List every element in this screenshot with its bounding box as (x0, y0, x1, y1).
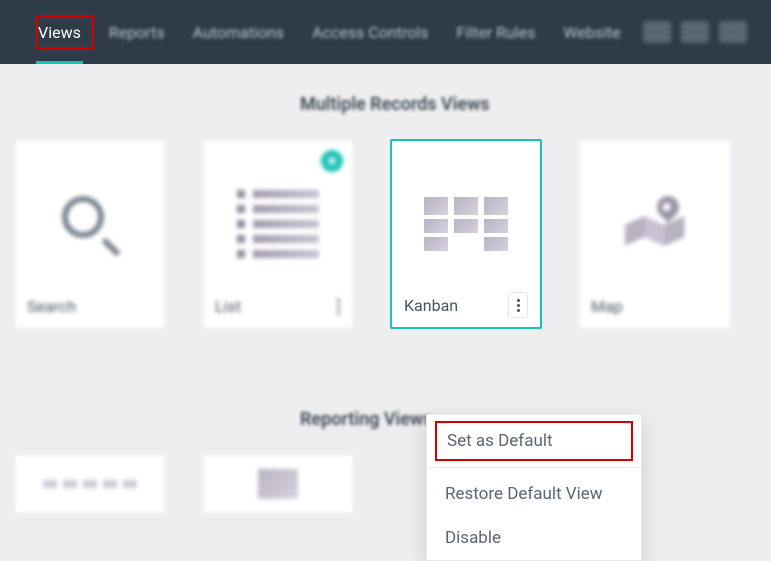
view-card-search[interactable]: Search (14, 139, 166, 329)
view-card-list[interactable]: List (202, 139, 354, 329)
kanban-context-menu: Set as Default Restore Default View Disa… (426, 414, 642, 561)
view-card-kanban-label: Kanban (404, 296, 458, 315)
view-card-label: Kanban (404, 293, 528, 317)
view-card-search-label: Search (27, 297, 76, 316)
reporting-card-2[interactable] (202, 454, 354, 514)
content-area: Multiple Records Views Search (0, 64, 771, 514)
search-icon (27, 154, 153, 294)
view-card-list-label: List (215, 297, 241, 316)
view-card-map-label: Map (591, 297, 623, 316)
tab-automations[interactable]: Automations (179, 0, 298, 64)
topbar-right-icons (643, 21, 747, 43)
views-card-row: Search List (0, 139, 771, 329)
map-icon (591, 154, 718, 294)
tab-views[interactable]: Views (24, 0, 95, 64)
reporting-card-1[interactable] (14, 454, 166, 514)
tab-reports[interactable]: Reports (95, 0, 179, 64)
menu-separator (427, 467, 641, 468)
menu-set-default[interactable]: Set as Default (435, 421, 633, 461)
menu-restore-default[interactable]: Restore Default View (427, 472, 641, 516)
view-card-label: Map (591, 294, 718, 318)
section-title-multiple: Multiple Records Views (300, 94, 771, 115)
view-card-kanban[interactable]: Kanban (390, 139, 542, 329)
tab-access-controls[interactable]: Access Controls (298, 0, 442, 64)
menu-disable[interactable]: Disable (427, 516, 641, 560)
view-card-label: List (215, 294, 341, 318)
top-nav-bar: Views Reports Automations Access Control… (0, 0, 771, 64)
view-card-label: Search (27, 294, 153, 318)
viewmode-icon-1[interactable] (643, 21, 671, 43)
view-card-map[interactable]: Map (578, 139, 730, 329)
viewmode-icon-2[interactable] (681, 21, 709, 43)
kanban-more-button[interactable] (508, 292, 528, 318)
reporting-card-row (0, 454, 771, 514)
nav-tabs: Views Reports Automations Access Control… (24, 0, 635, 64)
tab-website[interactable]: Website (549, 0, 634, 64)
list-icon (215, 154, 341, 294)
viewmode-icon-3[interactable] (719, 21, 747, 43)
kanban-icon (404, 155, 528, 293)
default-badge-icon (321, 150, 343, 172)
more-icon[interactable] (337, 299, 341, 314)
tab-filter-rules[interactable]: Filter Rules (442, 0, 549, 64)
